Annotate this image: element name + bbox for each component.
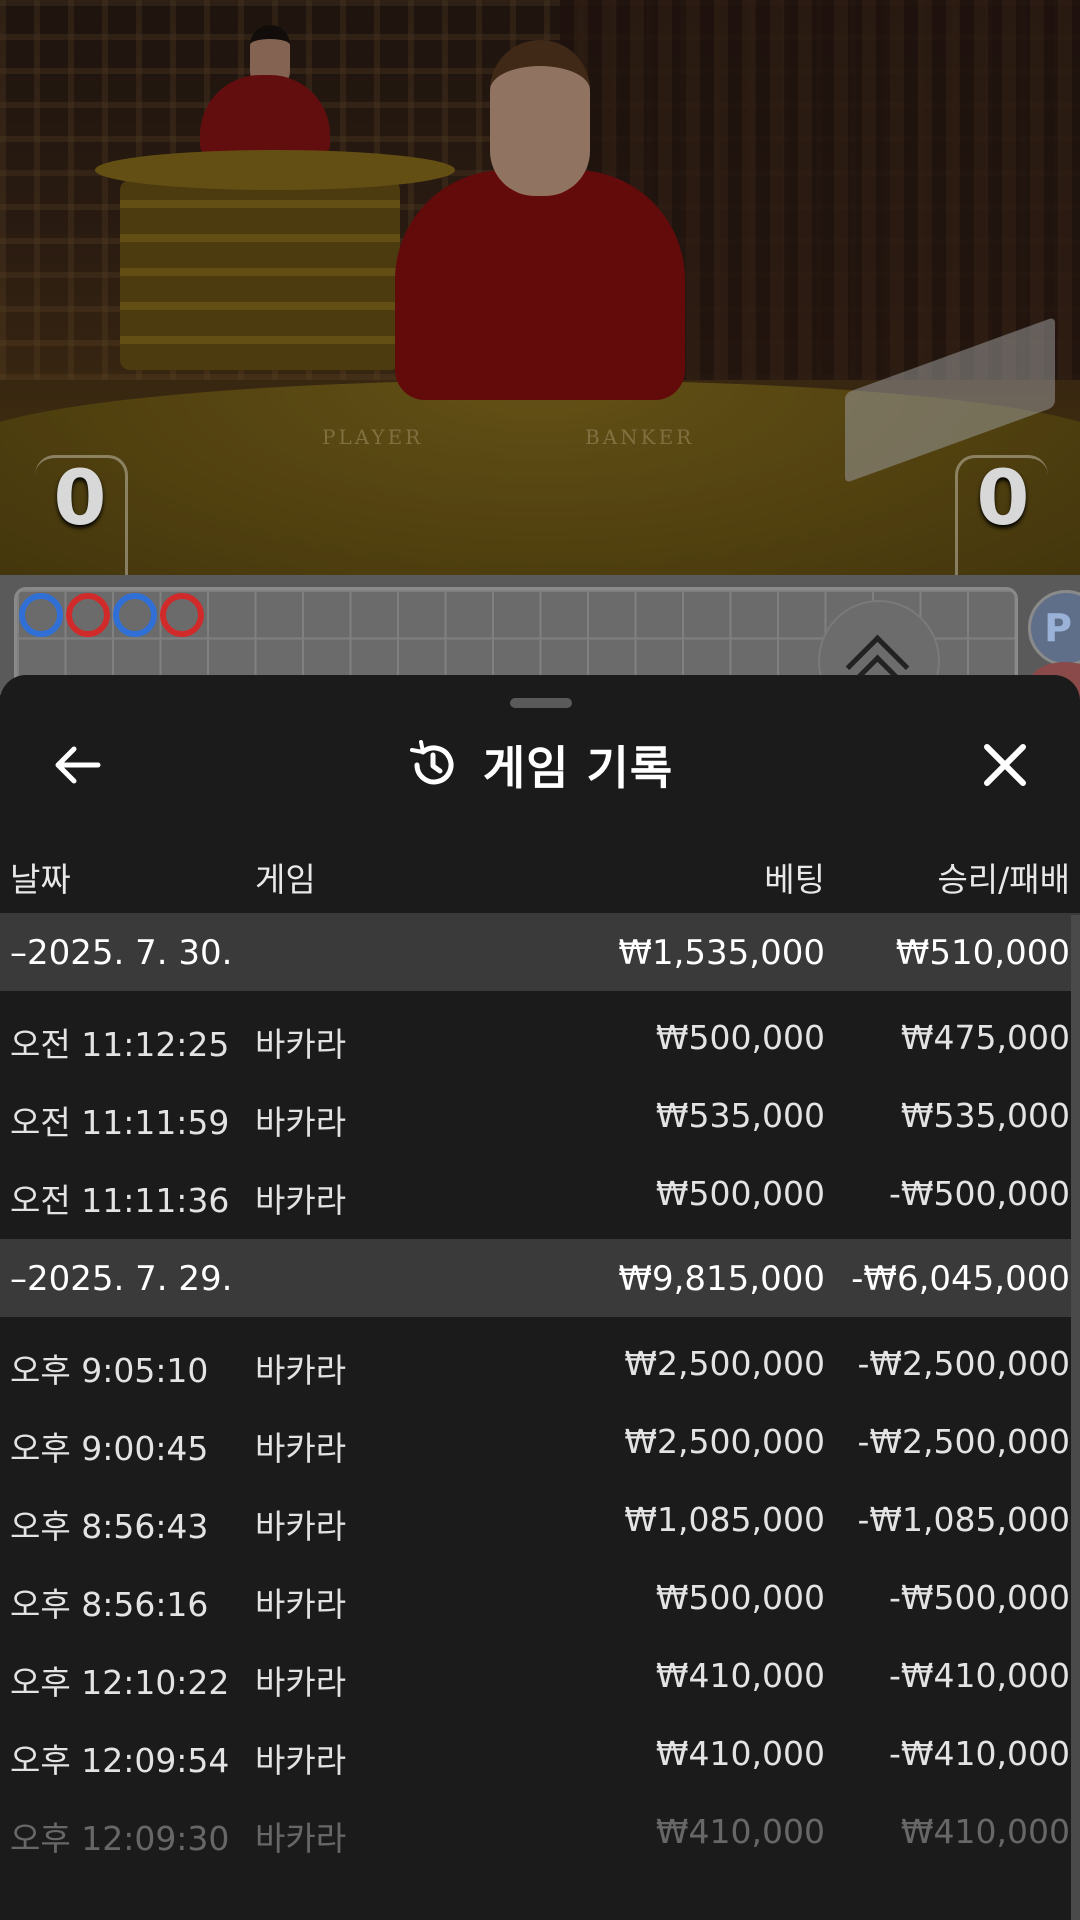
row-bet: ₩2,500,000 [624,1422,825,1461]
bead-red-ring-icon [160,593,204,637]
row-bet: ₩410,000 [655,1812,825,1851]
row-result: -₩410,000 [888,1734,1070,1773]
group-date: –2025. 7. 29. [10,1259,233,1299]
row-game: 바카라 [255,1181,347,1220]
row-time: 오후 12:10:22 [10,1663,230,1702]
row-game: 바카라 [255,1585,347,1624]
row-time: 오전 11:11:59 [10,1103,230,1142]
live-video: PLAYER BANKER 0 0 [0,0,1080,575]
row-game: 바카라 [255,1351,347,1390]
scrollbar[interactable] [1071,915,1080,1920]
row-bet: ₩2,500,000 [624,1344,825,1383]
date-group-row[interactable]: –2025. 7. 29. ₩9,815,000 -₩6,045,000 [0,1239,1080,1317]
close-button[interactable] [975,735,1035,795]
table-row[interactable]: 오후 12:09:54 바카라 ₩410,000 -₩410,000 [0,1714,1080,1792]
table-row[interactable]: 오후 8:56:16 바카라 ₩500,000 -₩500,000 [0,1558,1080,1636]
group-result-total: ₩510,000 [895,933,1070,973]
row-time: 오후 8:56:43 [10,1507,209,1546]
row-result: ₩410,000 [900,1812,1070,1851]
row-time: 오후 12:09:30 [10,1819,230,1858]
table-row[interactable]: 오후 12:10:22 바카라 ₩410,000 -₩410,000 [0,1636,1080,1714]
column-header-bet: 베팅 [764,860,825,899]
row-time: 오후 8:56:16 [10,1585,209,1624]
row-bet: ₩1,085,000 [624,1500,825,1539]
group-result-total: -₩6,045,000 [851,1259,1070,1299]
row-time: 오전 11:11:36 [10,1181,230,1220]
row-game: 바카라 [255,1507,347,1546]
table-row[interactable]: 오전 11:12:25 바카라 ₩500,000 ₩475,000 [0,998,1080,1076]
row-game: 바카라 [255,1741,347,1780]
bead-red-ring-icon [66,593,110,637]
row-game: 바카라 [255,1103,347,1142]
row-result: -₩2,500,000 [857,1344,1071,1383]
row-result: -₩500,000 [888,1174,1070,1213]
row-result: ₩535,000 [900,1096,1070,1135]
row-game: 바카라 [255,1663,347,1702]
row-result: -₩500,000 [888,1578,1070,1617]
row-time: 오후 12:09:54 [10,1741,230,1780]
column-header-game: 게임 [255,860,316,899]
column-header-date: 날짜 [10,860,71,899]
date-group-row[interactable]: –2025. 7. 30. ₩1,535,000 ₩510,000 [0,913,1080,991]
table-row[interactable]: 오전 11:11:36 바카라 ₩500,000 -₩500,000 [0,1154,1080,1232]
row-bet: ₩500,000 [655,1578,825,1617]
sheet-header: 게임 기록 [0,730,1080,800]
table-row[interactable]: 오후 8:56:43 바카라 ₩1,085,000 -₩1,085,000 [0,1480,1080,1558]
row-result: -₩2,500,000 [857,1422,1071,1461]
row-game: 바카라 [255,1025,347,1064]
group-bet-total: ₩9,815,000 [618,1259,825,1299]
table-row[interactable]: 오전 11:11:59 바카라 ₩535,000 ₩535,000 [0,1076,1080,1154]
row-bet: ₩410,000 [655,1734,825,1773]
row-time: 오후 9:00:45 [10,1429,209,1468]
player-score: 0 [35,455,128,575]
row-result: -₩410,000 [888,1656,1070,1695]
row-bet: ₩500,000 [655,1018,825,1057]
video-dim-overlay [0,0,1080,575]
bead-blue-ring-icon [19,593,63,637]
row-game: 바카라 [255,1819,347,1858]
bead-blue-ring-icon [113,593,157,637]
game-history-sheet: 게임 기록 날짜 게임 베팅 승리/패배 –2025. 7. 30. ₩1,53… [0,675,1080,1920]
group-bet-total: ₩1,535,000 [618,933,825,973]
row-time: 오전 11:12:25 [10,1025,230,1064]
group-date: –2025. 7. 30. [10,933,233,973]
row-result: -₩1,085,000 [857,1500,1071,1539]
close-icon [984,744,1026,786]
banker-score: 0 [955,455,1048,575]
column-header-result: 승리/패배 [937,860,1070,899]
row-game: 바카라 [255,1429,347,1468]
table-row[interactable]: 오후 9:05:10 바카라 ₩2,500,000 -₩2,500,000 [0,1324,1080,1402]
row-bet: ₩500,000 [655,1174,825,1213]
history-icon [409,740,454,785]
row-result: ₩475,000 [900,1018,1070,1057]
row-time: 오후 9:05:10 [10,1351,209,1390]
table-row[interactable]: 오후 12:09:30 바카라 ₩410,000 ₩410,000 [0,1792,1080,1870]
table-row[interactable]: 오후 9:00:45 바카라 ₩2,500,000 -₩2,500,000 [0,1402,1080,1480]
row-bet: ₩410,000 [655,1656,825,1695]
row-bet: ₩535,000 [655,1096,825,1135]
sheet-title: 게임 기록 [482,741,674,795]
sheet-drag-handle[interactable] [510,698,572,708]
